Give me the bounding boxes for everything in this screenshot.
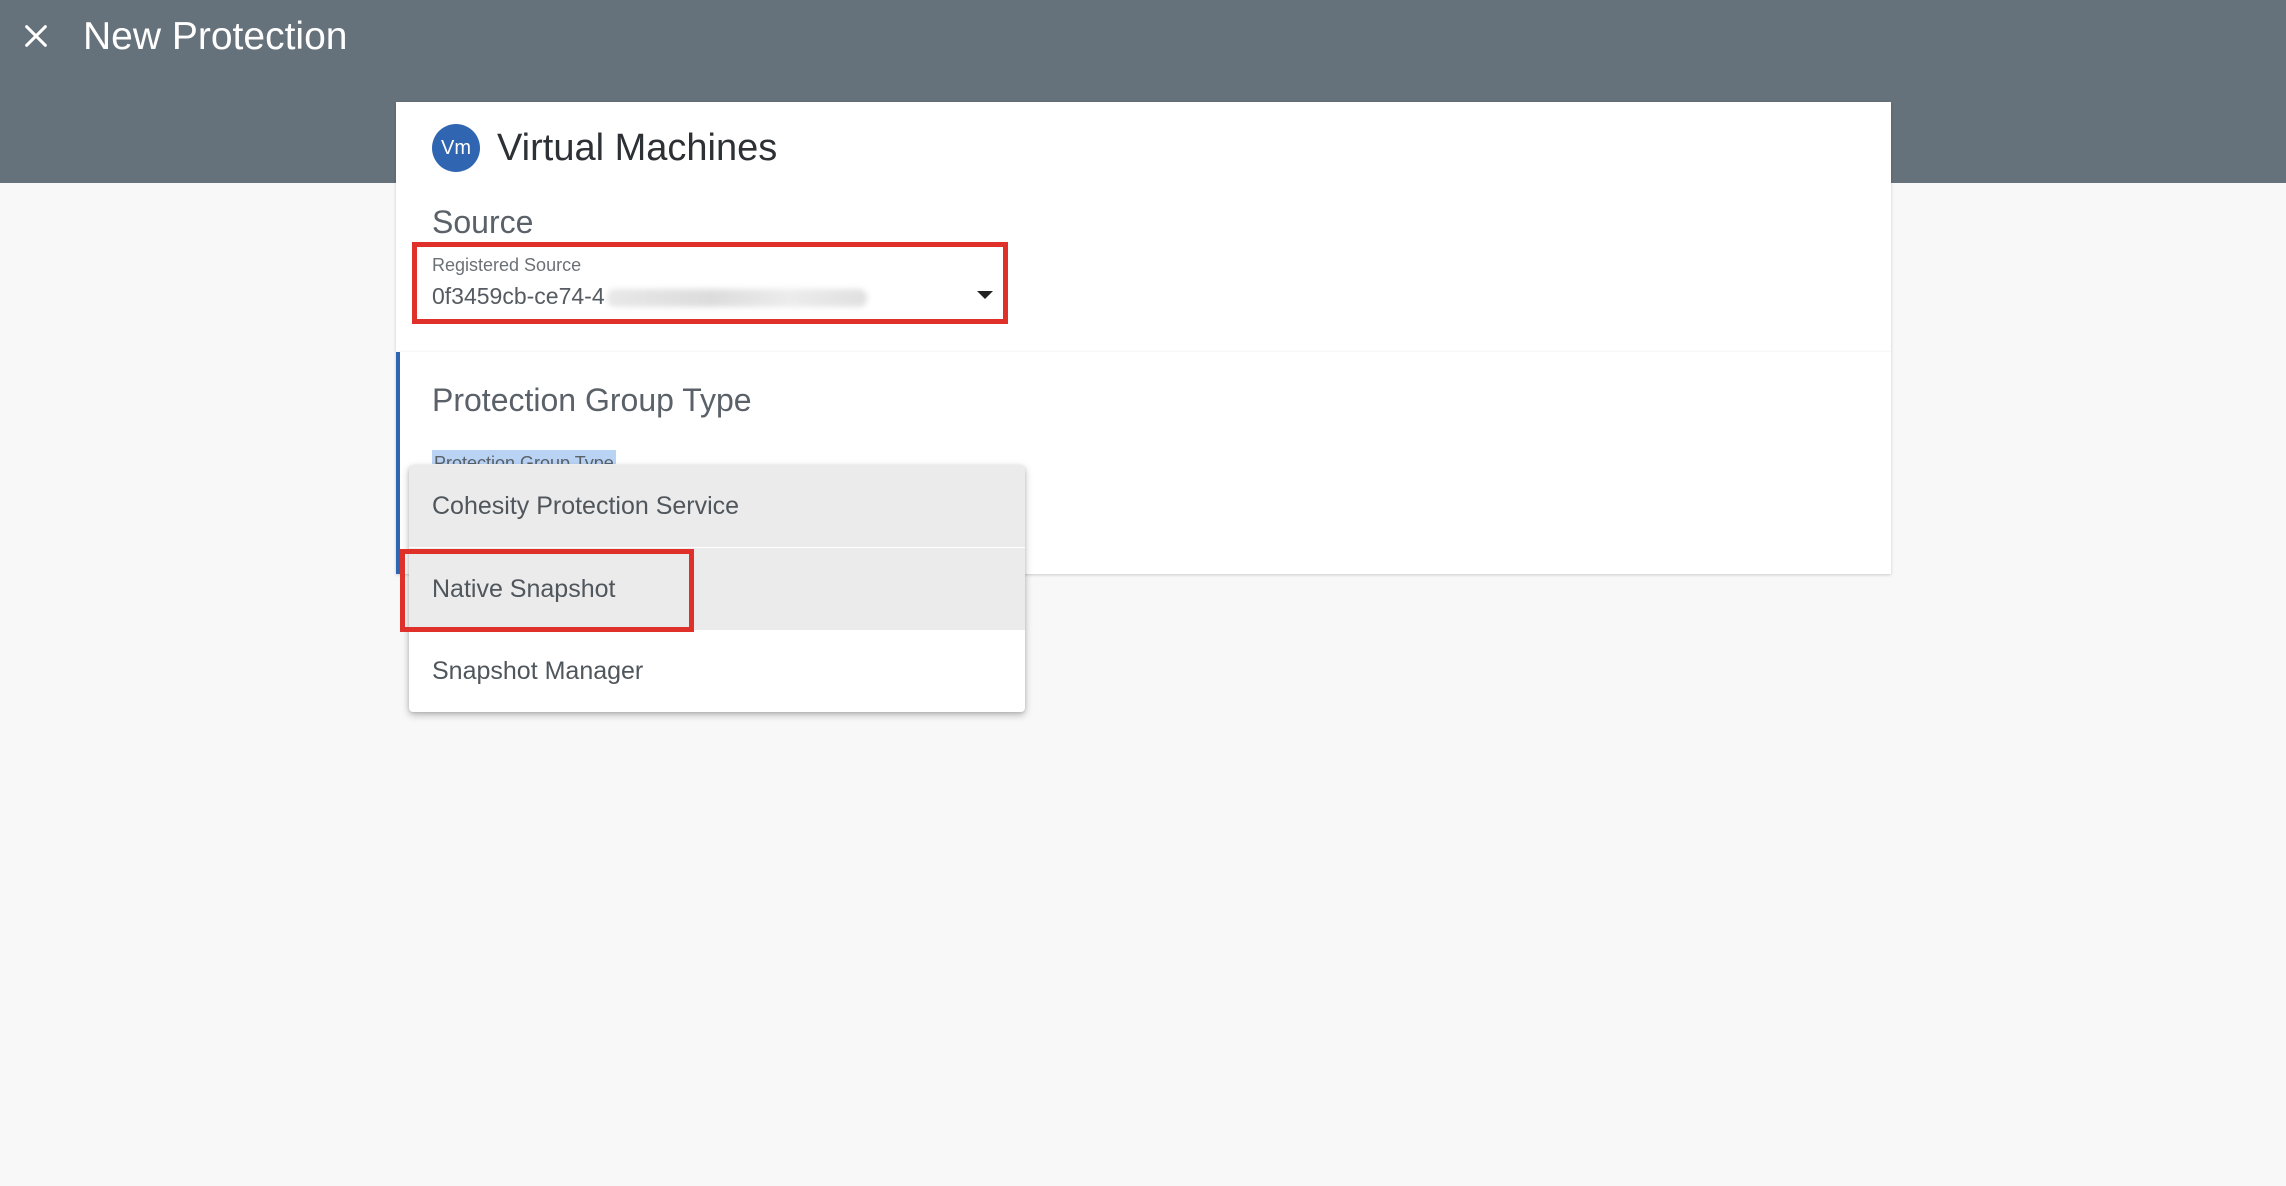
vm-environment-avatar: Vm bbox=[432, 124, 480, 172]
protection-group-type-dropdown-menu: Cohesity Protection Service Native Snaps… bbox=[409, 465, 1025, 712]
redacted-text bbox=[606, 288, 867, 307]
option-cohesity-protection-service[interactable]: Cohesity Protection Service bbox=[409, 465, 1025, 547]
page-title: New Protection bbox=[83, 15, 348, 58]
option-native-snapshot[interactable]: Native Snapshot bbox=[409, 548, 1025, 630]
environment-title: Virtual Machines bbox=[497, 127, 778, 169]
registered-source-label: Registered Source bbox=[432, 255, 582, 275]
protection-group-type-label: Protection Group Type bbox=[432, 450, 616, 464]
registered-source-value: 0f3459cb-ce74-4 bbox=[432, 283, 867, 310]
registered-source-select[interactable]: Registered Source 0f3459cb-ce74-4 bbox=[412, 242, 1008, 324]
source-section-title: Source bbox=[432, 204, 534, 240]
close-icon bbox=[25, 25, 47, 47]
option-snapshot-manager[interactable]: Snapshot Manager bbox=[409, 630, 1025, 712]
caret-down-icon[interactable] bbox=[977, 291, 993, 299]
protection-group-type-title: Protection Group Type bbox=[432, 382, 752, 418]
source-card: Vm Virtual Machines Source Registered So… bbox=[396, 102, 1891, 352]
close-button[interactable] bbox=[14, 14, 58, 58]
registered-source-value-text: 0f3459cb-ce74-4 bbox=[432, 283, 605, 309]
